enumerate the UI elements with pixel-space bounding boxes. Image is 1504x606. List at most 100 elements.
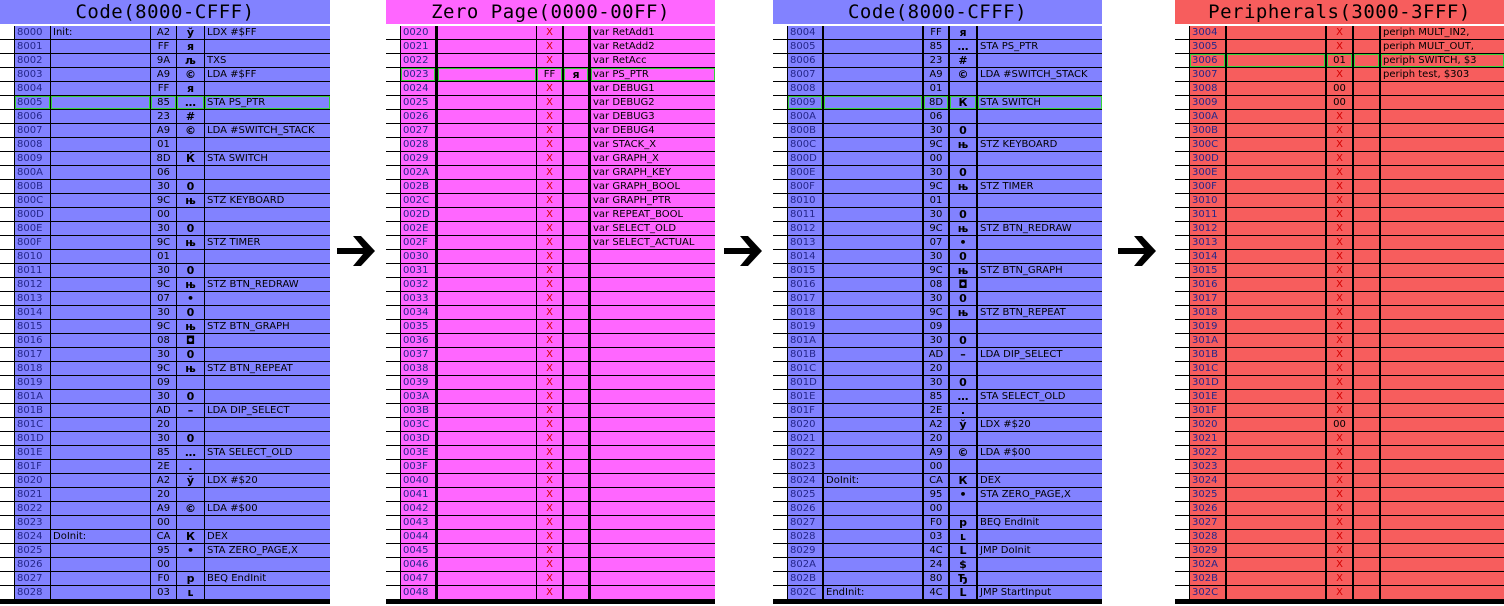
text-cell[interactable] (591, 404, 715, 417)
char-cell[interactable] (1354, 376, 1379, 389)
text-cell[interactable] (1381, 544, 1504, 557)
value-cell[interactable]: X (537, 432, 562, 445)
address-cell[interactable]: 3027 (1190, 516, 1225, 529)
address-cell[interactable]: 800C (788, 138, 822, 151)
address-cell[interactable]: 0025 (401, 96, 435, 109)
value-cell[interactable]: 20 (924, 362, 948, 375)
char-cell[interactable]: Ќ (177, 152, 204, 165)
label-cell[interactable] (51, 348, 150, 361)
value-cell[interactable]: X (1327, 474, 1352, 487)
text-cell[interactable]: STZ TIMER (978, 180, 1102, 193)
address-cell[interactable]: 8010 (788, 194, 822, 207)
char-cell[interactable]: – (950, 348, 976, 361)
value-cell[interactable]: X (1327, 110, 1352, 123)
table-row[interactable]: 3010 X (1175, 194, 1504, 208)
text-cell[interactable] (1381, 572, 1504, 585)
value-cell[interactable]: X (1327, 68, 1352, 81)
label-cell[interactable] (824, 460, 922, 473)
label-cell[interactable] (824, 334, 922, 347)
address-cell[interactable]: 8026 (15, 558, 50, 571)
table-row[interactable]: 301D X (1175, 376, 1504, 390)
char-cell[interactable] (950, 460, 976, 473)
table-row[interactable]: 800F 9C њ STZ TIMER (0, 236, 330, 250)
char-cell[interactable] (564, 54, 588, 67)
address-cell[interactable]: 8003 (15, 68, 50, 81)
char-cell[interactable]: © (177, 68, 204, 81)
address-cell[interactable]: 0048 (401, 586, 435, 599)
table-row[interactable]: 0029 Xvar GRAPH_X (386, 152, 715, 166)
address-cell[interactable]: 8024 (15, 530, 50, 543)
address-cell[interactable]: 8011 (788, 208, 822, 221)
value-cell[interactable]: X (1327, 390, 1352, 403)
value-cell[interactable]: 4C (924, 586, 948, 599)
address-cell[interactable]: 800A (788, 110, 822, 123)
table-row[interactable]: 0037 X (386, 348, 715, 362)
char-cell[interactable]: Ќ (950, 96, 976, 109)
label-cell[interactable] (438, 110, 536, 123)
table-row[interactable]: 3013 X (1175, 236, 1504, 250)
label-cell[interactable] (51, 306, 150, 319)
address-cell[interactable]: 0045 (401, 544, 435, 557)
table-row[interactable]: 8017 30 0 (0, 348, 330, 362)
table-row[interactable]: 0024 Xvar DEBUG1 (386, 82, 715, 96)
address-cell[interactable]: 300A (1190, 110, 1225, 123)
address-cell[interactable]: 800F (788, 180, 822, 193)
label-cell[interactable] (51, 292, 150, 305)
char-cell[interactable]: њ (177, 278, 204, 291)
char-cell[interactable]: 0 (950, 124, 976, 137)
value-cell[interactable]: 9C (924, 306, 948, 319)
address-cell[interactable]: 8025 (15, 544, 50, 557)
table-row[interactable]: 301E X (1175, 390, 1504, 404)
text-cell[interactable] (1381, 208, 1504, 221)
char-cell[interactable]: L (950, 544, 976, 557)
text-cell[interactable] (978, 558, 1102, 571)
table-row[interactable]: 8004 FF я (773, 26, 1102, 40)
value-cell[interactable]: 9C (151, 278, 176, 291)
text-cell[interactable] (205, 138, 330, 151)
value-cell[interactable]: CA (924, 474, 948, 487)
address-cell[interactable]: 0021 (401, 40, 435, 53)
table-row[interactable]: 3006 01 periph SWITCH, $3 (1175, 54, 1504, 68)
table-row[interactable]: 8014 30 0 (0, 306, 330, 320)
char-cell[interactable] (177, 250, 204, 263)
address-cell[interactable]: 3019 (1190, 320, 1225, 333)
label-cell[interactable]: DoInit: (51, 530, 150, 543)
value-cell[interactable]: X (537, 586, 562, 599)
text-cell[interactable]: BEQ EndInit (205, 572, 330, 585)
table-row[interactable]: 3028 X (1175, 530, 1504, 544)
char-cell[interactable]: © (177, 502, 204, 515)
table-row[interactable]: 8007 A9 © LDA #SWITCH_STACK (773, 68, 1102, 82)
text-cell[interactable] (205, 488, 330, 501)
text-cell[interactable]: STZ BTN_REPEAT (978, 306, 1102, 319)
label-cell[interactable] (1227, 320, 1325, 333)
address-cell[interactable]: 8009 (788, 96, 822, 109)
value-cell[interactable]: X (537, 362, 562, 375)
value-cell[interactable]: 20 (924, 432, 948, 445)
address-cell[interactable]: 0022 (401, 54, 435, 67)
address-cell[interactable]: 0036 (401, 334, 435, 347)
value-cell[interactable]: X (1327, 334, 1352, 347)
value-cell[interactable]: X (537, 166, 562, 179)
label-cell[interactable] (51, 502, 150, 515)
address-cell[interactable]: 0026 (401, 110, 435, 123)
text-cell[interactable] (591, 292, 715, 305)
text-cell[interactable]: var DEBUG1 (591, 82, 715, 95)
label-cell[interactable] (1227, 488, 1325, 501)
table-row[interactable]: 003E X (386, 446, 715, 460)
label-cell[interactable] (1227, 180, 1325, 193)
char-cell[interactable] (177, 516, 204, 529)
text-cell[interactable] (205, 460, 330, 473)
table-row[interactable]: 0048 X (386, 586, 715, 600)
table-row[interactable]: 0036 X (386, 334, 715, 348)
value-cell[interactable]: 30 (924, 208, 948, 221)
label-cell[interactable] (1227, 68, 1325, 81)
address-cell[interactable]: 0041 (401, 488, 435, 501)
value-cell[interactable]: 03 (151, 586, 176, 599)
label-cell[interactable] (438, 264, 536, 277)
label-cell[interactable] (824, 306, 922, 319)
table-row[interactable]: 302B X (1175, 572, 1504, 586)
table-row[interactable]: 0046 X (386, 558, 715, 572)
table-row[interactable]: 8027 F0 р BEQ EndInit (0, 572, 330, 586)
char-cell[interactable] (1354, 250, 1379, 263)
text-cell[interactable]: periph SWITCH, $3 (1381, 54, 1504, 67)
